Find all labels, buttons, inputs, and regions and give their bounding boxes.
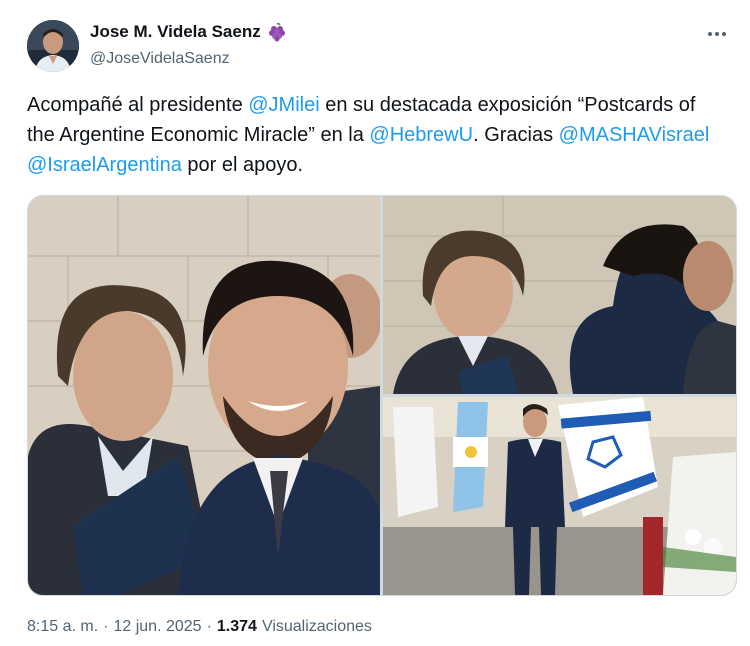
tweet-text-segment: . Gracias [473,124,559,146]
tweet-card: Jose M. Videla Saenz @JoseVidelaSaenz Ac… [0,0,750,646]
views-count: 1.374 [216,618,257,635]
tweet-meta: 8:15 a. m. · 12 jun. 2025 · 1.374 Visual… [27,618,372,636]
tweet-date[interactable]: 12 jun. 2025 [113,618,201,636]
mention-link[interactable]: @MASHAVisrael [559,124,710,146]
author-name-row[interactable]: Jose M. Videla Saenz [90,22,287,42]
photo-selfie[interactable] [28,196,380,595]
mention-link[interactable]: @HebrewU [369,124,473,146]
meta-separator: · [103,618,109,635]
tweet-time[interactable]: 8:15 a. m. [27,618,98,636]
avatar[interactable] [27,20,79,72]
author-handle[interactable]: @JoseVidelaSaenz [90,50,230,68]
tweet-text-segment: Acompañé al presidente [27,94,249,116]
mention-link[interactable]: @IsraelArgentina [27,154,182,176]
grapes-icon [268,22,285,42]
meta-separator: · [206,618,212,635]
photo-conversation[interactable] [383,196,736,394]
tweet-text-segment: por el apoyo. [181,154,304,176]
mention-link[interactable]: @JMilei [248,94,319,116]
media-grid[interactable] [27,195,737,596]
author-display-name[interactable]: Jose M. Videla Saenz [90,22,261,42]
more-options-icon[interactable] [702,22,732,46]
views-label: Visualizaciones [261,618,372,635]
tweet-text: Acompañé al presidente @JMilei en su des… [27,90,727,180]
photo-flags[interactable] [383,397,736,595]
